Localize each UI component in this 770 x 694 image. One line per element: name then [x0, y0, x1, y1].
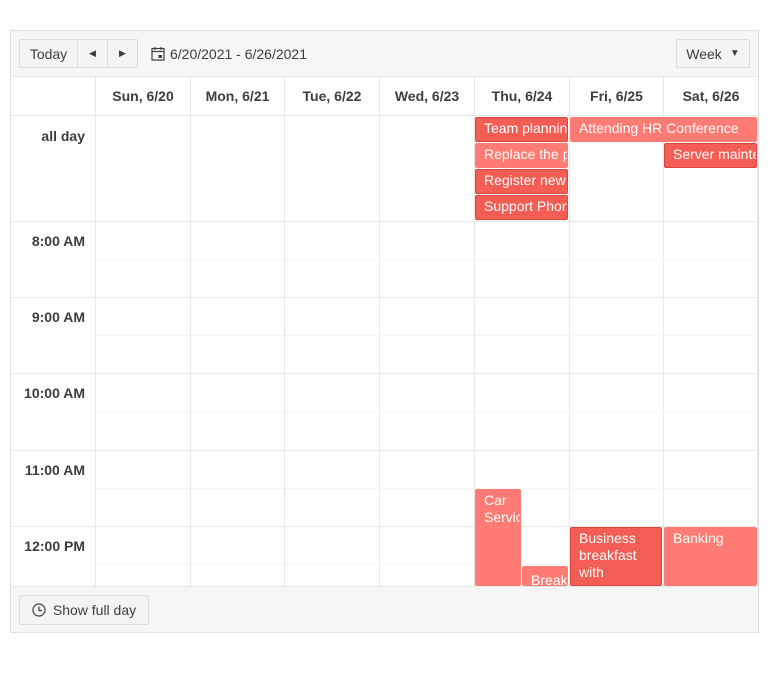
view-label: Week — [686, 45, 722, 62]
row-divider — [11, 373, 758, 374]
toolbar: Today ◀ ▶ 6/20/2021 - 6/26/2021 Week ▼ — [11, 31, 758, 77]
date-range-picker[interactable]: 6/20/2021 - 6/26/2021 — [151, 39, 307, 68]
time-label: 10:00 AM — [24, 385, 85, 401]
time-label: 9:00 AM — [31, 309, 85, 325]
day-header[interactable]: Sun, 6/20 — [95, 77, 190, 115]
column-divider — [663, 116, 664, 586]
time-label: 11:00 AM — [24, 462, 85, 478]
allday-event[interactable]: Register new — [475, 169, 568, 194]
allday-label: all day — [41, 128, 85, 144]
column-divider — [95, 116, 96, 586]
column-divider — [190, 116, 191, 586]
half-hour-divider — [95, 335, 758, 336]
triangle-right-icon: ▶ — [119, 48, 126, 58]
half-hour-divider — [95, 411, 758, 412]
day-header[interactable]: Tue, 6/22 — [284, 77, 379, 115]
time-label: 8:00 AM — [31, 233, 85, 249]
row-divider — [11, 297, 758, 298]
column-divider — [379, 116, 380, 586]
row-divider — [11, 450, 758, 451]
scheduler: Today ◀ ▶ 6/20/2021 - 6/26/2021 Week ▼ S… — [10, 30, 759, 633]
half-hour-divider — [95, 259, 758, 260]
show-full-day-button[interactable]: Show full day — [19, 595, 149, 625]
week-grid[interactable]: all day 8:00 AM 9:00 AM 10:00 AM 11:00 A… — [11, 116, 758, 586]
allday-event[interactable]: Server maintenance — [664, 143, 757, 168]
timed-event[interactable]: Car Service — [475, 489, 521, 586]
timed-event[interactable]: Business breakfast with — [570, 527, 662, 586]
timed-event[interactable]: Banking — [664, 527, 757, 586]
show-full-day-label: Show full day — [52, 602, 137, 618]
date-range-text: 6/20/2021 - 6/26/2021 — [170, 45, 308, 62]
half-hour-divider — [95, 488, 758, 489]
column-divider — [757, 116, 758, 586]
day-header[interactable]: Fri, 6/25 — [569, 77, 663, 115]
timed-event[interactable]: Breakfast — [522, 566, 568, 586]
view-selector[interactable]: Week ▼ — [676, 39, 750, 68]
day-header[interactable]: Wed, 6/23 — [379, 77, 474, 115]
clock-icon — [32, 603, 46, 617]
allday-event[interactable]: Attending HR Conference — [570, 117, 757, 142]
day-header[interactable]: Thu, 6/24 — [474, 77, 569, 115]
day-header-row: Sun, 6/20 Mon, 6/21 Tue, 6/22 Wed, 6/23 … — [11, 77, 758, 116]
allday-event[interactable]: Replace the printer — [475, 143, 568, 168]
calendar-icon — [151, 47, 165, 61]
navigation-group: Today ◀ ▶ — [19, 39, 138, 68]
today-button[interactable]: Today — [20, 40, 78, 67]
next-button[interactable]: ▶ — [107, 40, 137, 67]
footer: Show full day — [11, 586, 758, 632]
triangle-left-icon: ◀ — [89, 48, 96, 58]
day-header[interactable]: Mon, 6/21 — [190, 77, 284, 115]
column-divider — [284, 116, 285, 586]
column-divider — [569, 116, 570, 586]
allday-event[interactable]: Support Phone — [475, 195, 568, 220]
caret-down-icon: ▼ — [729, 48, 740, 59]
day-header[interactable]: Sat, 6/26 — [663, 77, 758, 115]
row-divider — [11, 221, 758, 222]
time-label: 12:00 PM — [24, 538, 85, 554]
prev-button[interactable]: ◀ — [78, 40, 107, 67]
allday-event[interactable]: Team planning meeting — [475, 117, 568, 142]
